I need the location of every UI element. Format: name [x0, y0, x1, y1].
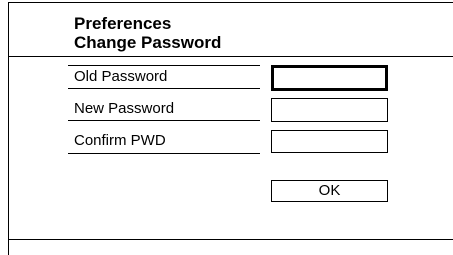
- old-password-label: Old Password: [74, 68, 168, 85]
- old-password-field[interactable]: [271, 65, 388, 91]
- confirm-password-field[interactable]: [271, 130, 388, 153]
- row-divider: [68, 65, 260, 66]
- title-preferences: Preferences: [74, 14, 172, 33]
- title-change-password: Change Password: [74, 33, 222, 52]
- new-password-field[interactable]: [271, 98, 388, 122]
- confirm-password-label: Confirm PWD: [74, 132, 166, 149]
- row-divider: [68, 120, 260, 121]
- footer-divider: [9, 239, 453, 240]
- new-password-label: New Password: [74, 100, 175, 117]
- header-divider: [9, 56, 453, 57]
- dialog-title: Preferences Change Password: [74, 14, 221, 52]
- row-divider: [68, 153, 260, 154]
- ok-button[interactable]: OK: [271, 180, 388, 202]
- row-divider: [68, 88, 260, 89]
